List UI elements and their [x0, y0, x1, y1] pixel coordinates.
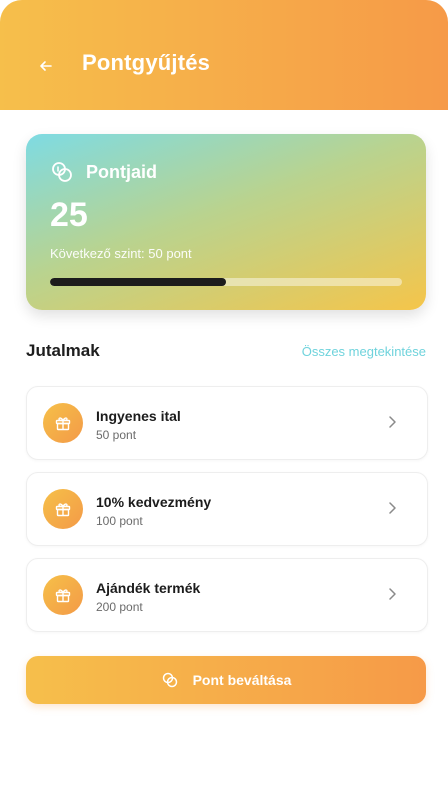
- chevron-right-icon: [389, 416, 396, 428]
- points-progress-bar: [50, 278, 402, 286]
- chevron-right-icon: [389, 502, 396, 514]
- coins-icon: [162, 672, 177, 688]
- redeem-button-label: Pont beváltása: [192, 672, 292, 688]
- reward-points: 100 pont: [96, 514, 143, 528]
- reward-name: Ajándék termék: [96, 580, 201, 596]
- app-screen: Pontgyűjtés Pontjaid 25 Következő szint:…: [0, 0, 448, 809]
- arrow-left-icon: [40, 61, 52, 71]
- points-value: 25: [50, 196, 88, 234]
- reward-name: Ingyenes ital: [96, 408, 181, 424]
- redeem-points-button[interactable]: Pont beváltása: [26, 656, 426, 704]
- header-bar: Pontgyűjtés: [0, 0, 448, 110]
- points-progress-fill: [50, 278, 226, 286]
- gift-icon: [55, 503, 71, 517]
- gift-icon: [55, 589, 71, 603]
- reward-points: 50 pont: [96, 428, 137, 442]
- points-card-title: Pontjaid: [86, 161, 157, 182]
- reward-icon-badge: [43, 575, 83, 615]
- page-title: Pontgyűjtés: [82, 50, 211, 75]
- reward-item[interactable]: 10% kedvezmény 100 pont: [26, 472, 428, 546]
- points-card: Pontjaid 25 Következő szint: 50 pont: [26, 134, 426, 310]
- rewards-section-title: Jutalmak: [26, 341, 100, 360]
- chevron-right-icon: [389, 588, 396, 600]
- back-button[interactable]: [34, 54, 58, 78]
- view-all-link[interactable]: Összes megtekintése: [302, 344, 426, 359]
- next-level-text: Következő szint: 50 pont: [50, 246, 192, 261]
- reward-name: 10% kedvezmény: [96, 494, 212, 510]
- coins-icon: [52, 162, 72, 182]
- points-card-header: Pontjaid: [50, 160, 157, 184]
- reward-item[interactable]: Ajándék termék 200 pont: [26, 558, 428, 632]
- reward-item[interactable]: Ingyenes ital 50 pont: [26, 386, 428, 460]
- reward-points: 200 pont: [96, 600, 143, 614]
- reward-icon-badge: [43, 489, 83, 529]
- gift-icon: [55, 417, 71, 431]
- reward-icon-badge: [43, 403, 83, 443]
